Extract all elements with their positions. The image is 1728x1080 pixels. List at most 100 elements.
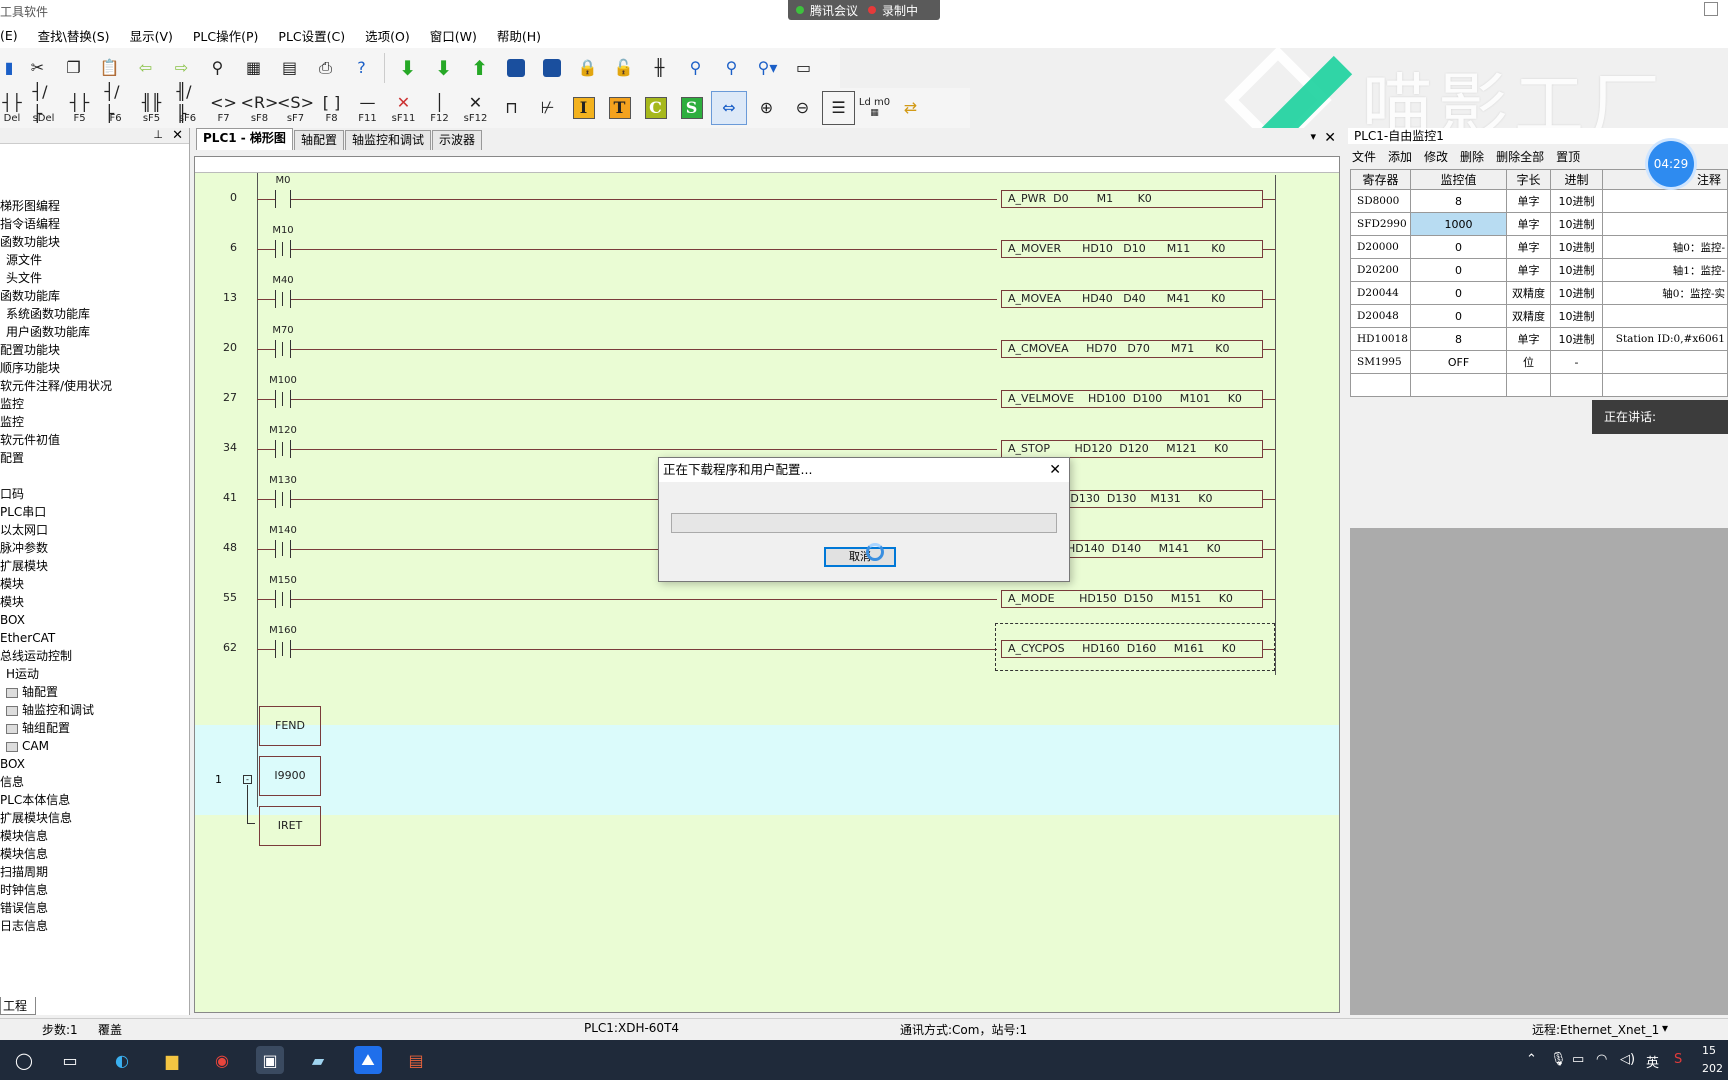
tree-item[interactable]: PLC串口: [0, 503, 46, 521]
unlock-button[interactable]: 🔓: [607, 51, 640, 85]
pin-icon[interactable]: ▾: [1310, 130, 1316, 143]
menu-plc-ops[interactable]: PLC操作(P): [183, 26, 269, 45]
monitor-cell[interactable]: 1000: [1410, 212, 1507, 236]
transfer-button[interactable]: ⇄: [894, 91, 927, 125]
menu-find-replace[interactable]: 查找\替换(S): [28, 26, 120, 45]
monitor-edit-button[interactable]: 修改: [1424, 148, 1448, 165]
notes-app-icon[interactable]: ▰: [304, 1046, 332, 1074]
download-config-button[interactable]: ⬇: [427, 51, 460, 85]
branch-button[interactable]: ⊬: [531, 91, 564, 125]
zoom-out-button[interactable]: ⊖: [786, 91, 819, 125]
tree-item[interactable]: 扩展模块信息: [0, 809, 72, 827]
tree-item[interactable]: 时钟信息: [0, 881, 48, 899]
tab-axis-config[interactable]: 轴配置: [293, 130, 344, 150]
tree-item[interactable]: 梯形图编程: [0, 197, 60, 215]
tree-item[interactable]: BOX: [0, 755, 25, 773]
volume-icon[interactable]: ◁): [1620, 1052, 1635, 1067]
step-button[interactable]: ⊓: [495, 91, 528, 125]
del-button[interactable]: ┤├ Del: [0, 91, 24, 125]
task-view-icon[interactable]: ▭: [56, 1046, 84, 1074]
insert-c-button[interactable]: C: [639, 91, 672, 125]
chevron-down-icon[interactable]: ▾: [1662, 1021, 1668, 1035]
input-language[interactable]: 英: [1646, 1052, 1659, 1071]
cancel-button[interactable]: 取消: [824, 547, 896, 567]
ladder-button[interactable]: ╫: [643, 51, 676, 85]
menu-plc-settings[interactable]: PLC设置(C): [268, 26, 355, 45]
menu-window[interactable]: 窗口(W): [420, 26, 487, 45]
monitor-delete-all-button[interactable]: 删除全部: [1496, 148, 1544, 165]
tree-item[interactable]: 用户函数功能库: [6, 323, 90, 341]
document-button[interactable]: ▤: [273, 51, 306, 85]
ld-button[interactable]: Ld m0 ▦: [858, 91, 891, 125]
contact-element[interactable]: [275, 240, 291, 258]
copy-button[interactable]: ❐: [57, 51, 90, 85]
stop-button[interactable]: [535, 51, 568, 85]
tree-item[interactable]: H运动: [6, 665, 39, 683]
ladder-rung[interactable]: 0 M0 A_PWR D0 M1 K0: [195, 175, 1339, 225]
monitor-button[interactable]: ⚲: [679, 51, 712, 85]
monitor-cell[interactable]: 8: [1410, 189, 1507, 213]
tray-clock[interactable]: 15: [1702, 1044, 1716, 1057]
monitor-delete-button[interactable]: 删除: [1460, 148, 1484, 165]
tree-item[interactable]: 扩展模块: [0, 557, 48, 575]
instruction-block[interactable]: A_PWR D0 M1 K0: [1001, 190, 1263, 208]
contact-element[interactable]: [275, 540, 291, 558]
ime-icon[interactable]: S: [1674, 1052, 1682, 1067]
f8-button[interactable]: [ ] F8: [315, 91, 348, 125]
monitor-row-empty[interactable]: [1350, 373, 1728, 397]
zoom-dropdown-button[interactable]: ⚲▾: [751, 51, 784, 85]
sf7-button[interactable]: <S> sF7: [277, 91, 314, 125]
tree-item[interactable]: PLC本体信息: [0, 791, 70, 809]
print-button[interactable]: ⎙: [309, 51, 342, 85]
tree-item[interactable]: 头文件: [6, 269, 42, 287]
tree-item[interactable]: 顺序功能块: [0, 359, 60, 377]
tree-item[interactable]: 口码: [0, 485, 24, 503]
cut-button[interactable]: ✂: [21, 51, 54, 85]
collapse-icon[interactable]: -: [243, 775, 252, 784]
monitor-row[interactable]: D20044 0 双精度 10进制 轴0：监控-实: [1350, 281, 1728, 305]
f11-button[interactable]: — F11: [351, 91, 384, 125]
chrome-icon[interactable]: ◉: [208, 1046, 236, 1074]
meeting-badge[interactable]: 腾讯会议 录制中: [788, 0, 940, 20]
tree-item[interactable]: 配置功能块: [0, 341, 60, 359]
col-radix[interactable]: 进制: [1550, 169, 1603, 190]
tree-item[interactable]: 轴组配置: [6, 719, 70, 737]
contact-element[interactable]: [275, 190, 291, 208]
tree-item[interactable]: 软元件注释/使用状况: [0, 377, 112, 395]
find-button[interactable]: ⚲: [201, 51, 234, 85]
monitor-cell[interactable]: 0: [1410, 235, 1507, 259]
plc-software-icon[interactable]: ▣: [256, 1046, 284, 1074]
contact-element[interactable]: [275, 340, 291, 358]
menu-options[interactable]: 选项(O): [355, 26, 420, 45]
tree-item[interactable]: BOX: [0, 611, 25, 629]
tree-item[interactable]: 函数功能库: [0, 287, 60, 305]
contact-element[interactable]: [275, 490, 291, 508]
tree-item[interactable]: 日志信息: [0, 917, 48, 935]
tab-ladder[interactable]: PLC1 - 梯形图: [196, 128, 293, 150]
col-value[interactable]: 监控值: [1410, 169, 1507, 190]
save-button[interactable]: ▮: [0, 51, 18, 85]
monitor-cell[interactable]: OFF: [1410, 350, 1507, 374]
download-button[interactable]: ⬇: [391, 51, 424, 85]
battery-icon[interactable]: ▭: [1572, 1052, 1584, 1067]
ladder-rung[interactable]: 62 M160 A_CYCPOS HD160 D160 M161 K0: [195, 623, 1339, 675]
contact-element[interactable]: [275, 590, 291, 608]
tree-item[interactable]: 模块: [0, 575, 24, 593]
tree-item[interactable]: 错误信息: [0, 899, 48, 917]
monitor-add-button[interactable]: 添加: [1388, 148, 1412, 165]
interrupt-label-block[interactable]: I9900: [259, 756, 321, 796]
upload-button[interactable]: ⬆: [463, 51, 496, 85]
tray-date[interactable]: 202: [1702, 1062, 1723, 1075]
tree-item[interactable]: CAM: [6, 737, 49, 755]
instruction-block[interactable]: A_STOP HD120 D120 M121 K0: [1001, 440, 1263, 458]
zoom-button[interactable]: ⚲: [715, 51, 748, 85]
ladder-rung[interactable]: 13 M40 A_MOVEA HD40 D40 M41 K0: [195, 275, 1339, 325]
monitor-pin-top-button[interactable]: 置顶: [1556, 148, 1580, 165]
sdel-button[interactable]: ┤/├ sDel: [27, 82, 60, 125]
monitor-cell[interactable]: 0: [1410, 258, 1507, 282]
close-icon[interactable]: ✕: [1324, 130, 1336, 146]
tree-item[interactable]: 模块信息: [0, 845, 48, 863]
f5-button[interactable]: ┤├ F5: [63, 91, 96, 125]
tree-item[interactable]: 总线运动控制: [0, 647, 72, 665]
paste-button[interactable]: 📋: [93, 51, 126, 85]
